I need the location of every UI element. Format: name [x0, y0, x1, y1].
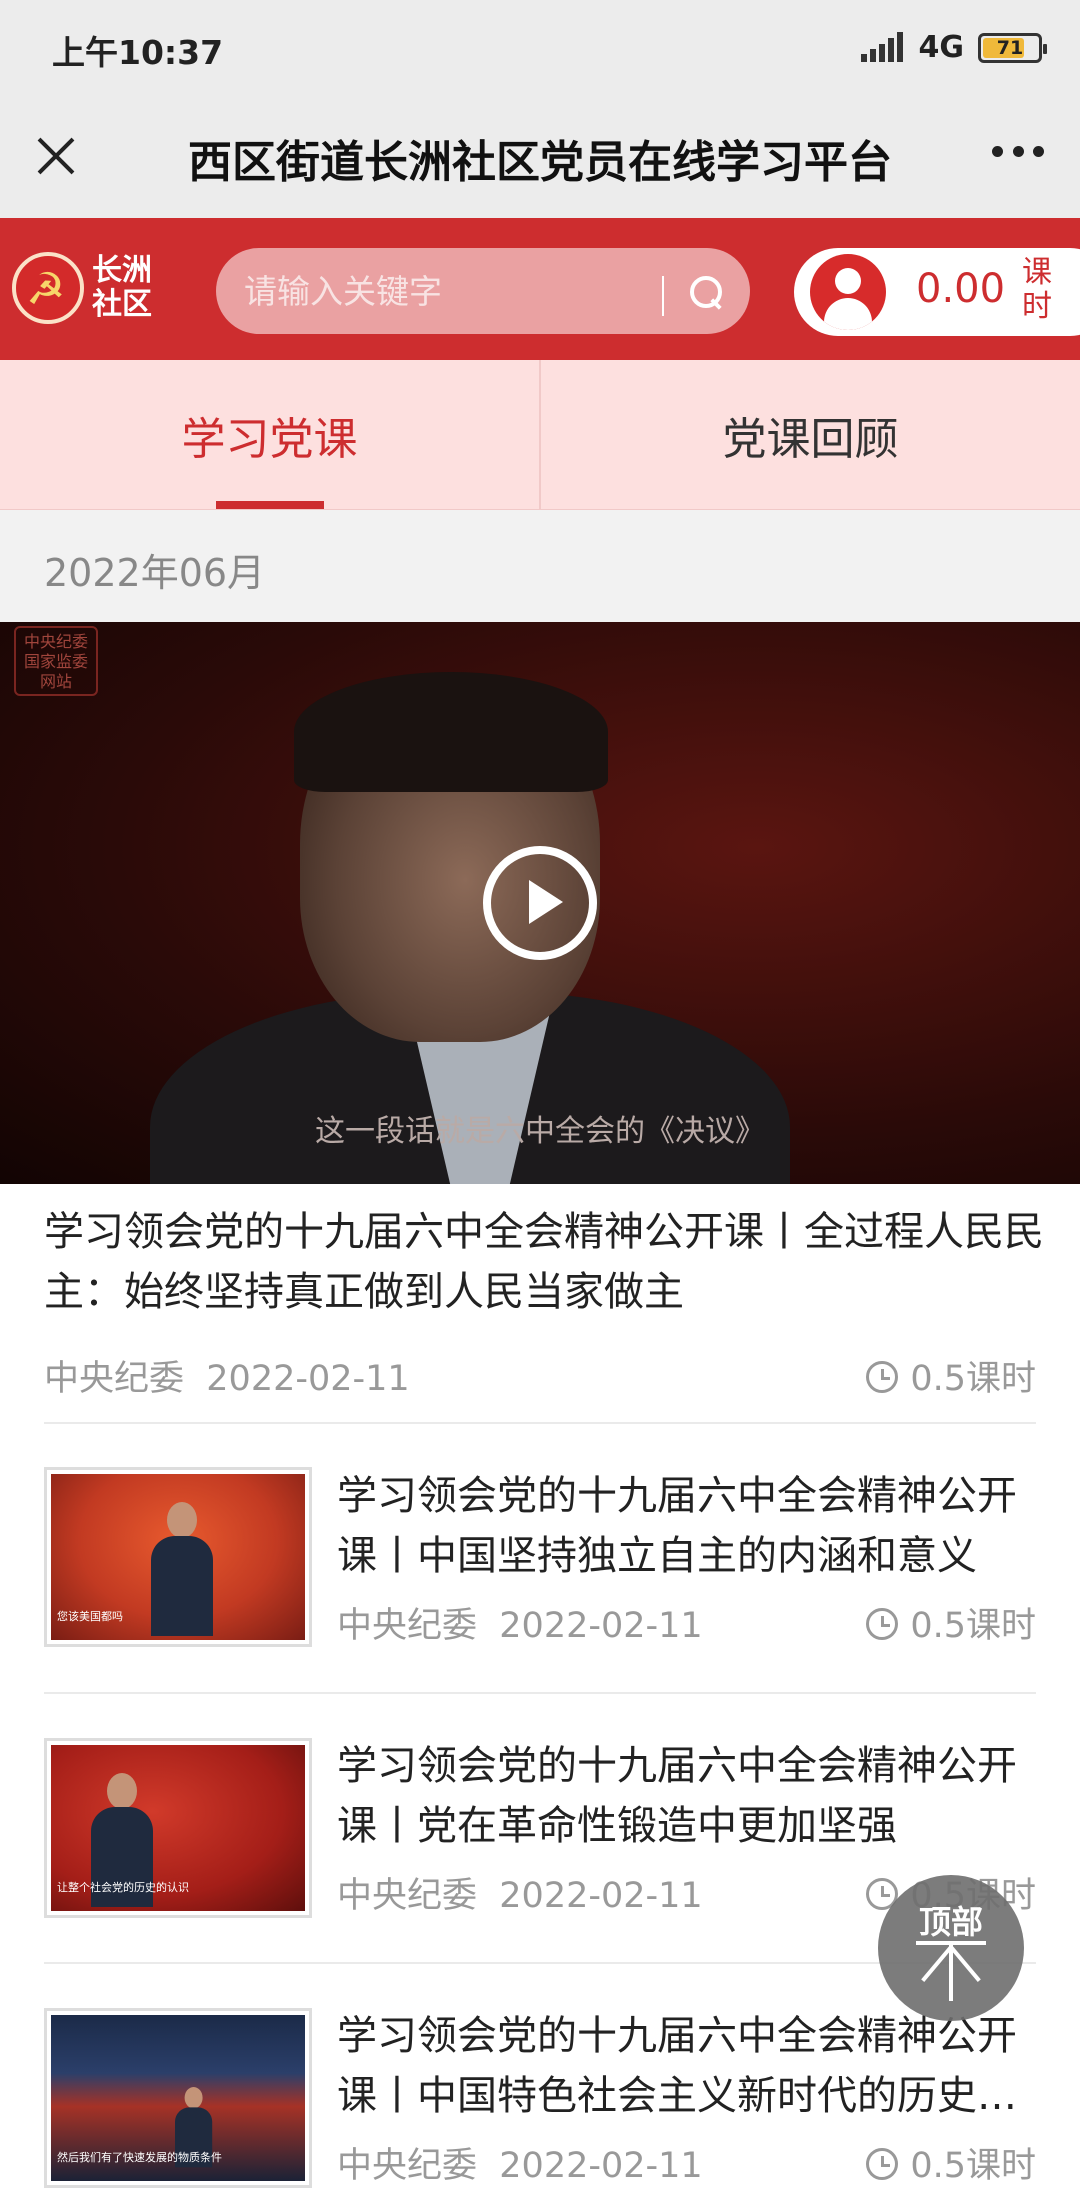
course-hours-value: 0.5课时	[910, 1606, 1036, 1646]
clock-icon	[866, 1361, 899, 1393]
search-input[interactable]	[244, 248, 664, 334]
more-options-icon[interactable]	[992, 146, 1044, 160]
course-thumbnail[interactable]: 然后我们有了快速发展的物质条件	[44, 2008, 312, 2188]
clock-icon	[866, 2148, 899, 2180]
divider	[44, 1692, 1036, 1694]
status-indicators: 4G 71	[860, 30, 1047, 65]
tab-bar: 学习党课 党课回顾	[0, 360, 1080, 510]
close-button[interactable]	[32, 132, 80, 180]
thumbnail-caption: 然后我们有了快速发展的物质条件	[57, 2151, 222, 2164]
course-source: 中央纪委	[337, 1606, 478, 1646]
month-label: 2022年06月	[44, 551, 266, 595]
tab-course-review[interactable]: 党课回顾	[541, 360, 1080, 509]
course-source: 中央纪委	[337, 2146, 478, 2186]
course-date: 2022-02-11	[499, 1876, 703, 1916]
battery-percent: 71	[996, 36, 1024, 59]
signal-icon	[860, 31, 905, 64]
video-subtitle: 这一段话就是六中全会的《决议》	[315, 1114, 765, 1149]
course-thumbnail[interactable]: 您该美国都吗	[44, 1467, 312, 1647]
course-title-text: 学习领会党的十九届六中全会精神公开课丨中国坚持独立自主的内涵和意义	[337, 1473, 1017, 1579]
course-source-date: 中央纪委 2022-02-11	[337, 1597, 703, 1648]
status-time: 上午10:37	[52, 33, 224, 72]
active-tab-indicator	[216, 501, 324, 509]
month-section-header: 2022年06月	[0, 510, 1080, 622]
course-title[interactable]: 学习领会党的十九届六中全会精神公开课丨中国特色社会主义新时代的历史方位	[337, 2006, 1042, 2126]
tab-study-courses[interactable]: 学习党课	[0, 360, 541, 509]
thumbnail-caption: 让整个社会党的历史的认识	[57, 1881, 189, 1894]
featured-source: 中央纪委 2022-02-11	[44, 1350, 410, 1401]
play-icon[interactable]	[483, 846, 597, 960]
course-title-text: 学习领会党的十九届六中全会精神公开课丨党在革命性锻造中更加坚强	[337, 1743, 1017, 1849]
course-source-date: 中央纪委 2022-02-11	[337, 1867, 703, 1918]
course-date: 2022-02-11	[499, 2146, 703, 2186]
course-hours: 0.5课时	[866, 1597, 1036, 1648]
study-hours-value: 0.00	[916, 266, 1006, 312]
course-title[interactable]: 学习领会党的十九届六中全会精神公开课丨中国坚持独立自主的内涵和意义	[337, 1466, 1042, 1586]
back-to-top-button[interactable]: 顶部	[878, 1875, 1024, 2021]
study-hours-badge[interactable]: 0.00 课时	[794, 248, 1080, 336]
course-title-text: 学习领会党的十九届六中全会精神公开课丨中国特色社会主义新时代的历史方位	[337, 2013, 1017, 2119]
title-bar: 西区街道长洲社区党员在线学习平台	[0, 96, 1080, 218]
featured-course-title[interactable]: 学习领会党的十九届六中全会精神公开课丨全过程人民民主：始终坚持真正做到人民当家做…	[44, 1202, 1044, 1322]
featured-hours: 0.5课时	[866, 1350, 1036, 1401]
community-logo-text: 长洲社区	[92, 253, 152, 322]
page-title: 西区街道长洲社区党员在线学习平台	[188, 137, 892, 188]
clock-icon	[866, 1608, 899, 1640]
app-header: ☭ 长洲社区 0.00 课时	[0, 218, 1080, 360]
avatar[interactable]	[810, 254, 886, 330]
featured-hours-value: 0.5课时	[910, 1359, 1036, 1399]
divider	[44, 1422, 1036, 1424]
course-hours: 0.5课时	[866, 2137, 1036, 2188]
course-source: 中央纪委	[337, 1876, 478, 1916]
study-hours-unit: 课时	[1022, 255, 1052, 324]
tab-study-courses-label: 学习党课	[181, 413, 358, 465]
course-thumbnail[interactable]: 让整个社会党的历史的认识	[44, 1738, 312, 1918]
status-bar: 上午10:37 4G 71	[0, 0, 1080, 96]
search-box[interactable]	[216, 248, 750, 334]
featured-date: 2022-02-11	[206, 1359, 410, 1399]
course-source-date: 中央纪委 2022-02-11	[337, 2137, 703, 2188]
back-to-top-label: 顶部	[918, 1903, 983, 1941]
course-date: 2022-02-11	[499, 1606, 703, 1646]
battery-icon: 71	[978, 32, 1047, 63]
featured-video[interactable]: 中央纪委 国家监委 网站 这一段话就是六中全会的《决议》	[0, 622, 1080, 1184]
search-icon[interactable]	[686, 272, 726, 312]
thumbnail-caption: 您该美国都吗	[57, 1610, 123, 1623]
search-divider	[662, 276, 664, 316]
course-title[interactable]: 学习领会党的十九届六中全会精神公开课丨党在革命性锻造中更加坚强	[337, 1736, 1042, 1856]
network-type: 4G	[918, 30, 965, 65]
course-hours-value: 0.5课时	[910, 2146, 1036, 2186]
party-emblem-icon: ☭	[12, 252, 84, 324]
tab-course-review-label: 党课回顾	[722, 413, 899, 465]
featured-source-name: 中央纪委	[44, 1359, 185, 1399]
video-watermark-logo: 中央纪委 国家监委 网站	[14, 626, 98, 696]
